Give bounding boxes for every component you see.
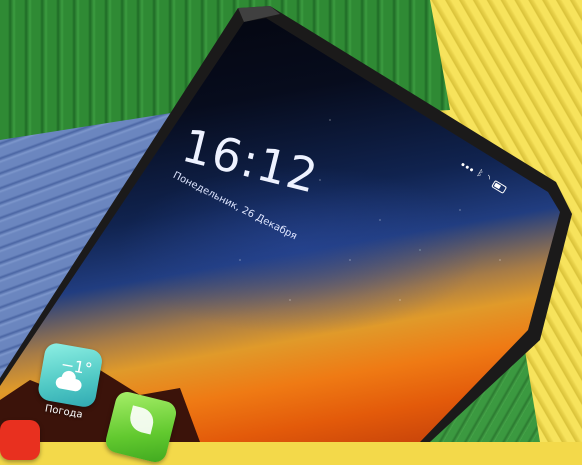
cloud-icon [54,375,83,393]
red-app-icon[interactable] [0,420,40,460]
leaf-icon [127,405,157,435]
weather-app[interactable]: −1° Погода [34,341,104,423]
green-app-icon[interactable] [103,389,179,465]
wifi-icon: ◝ [483,173,492,185]
weather-app-icon[interactable]: −1° [36,341,104,409]
bluetooth-icon: ᛒ [474,168,485,180]
